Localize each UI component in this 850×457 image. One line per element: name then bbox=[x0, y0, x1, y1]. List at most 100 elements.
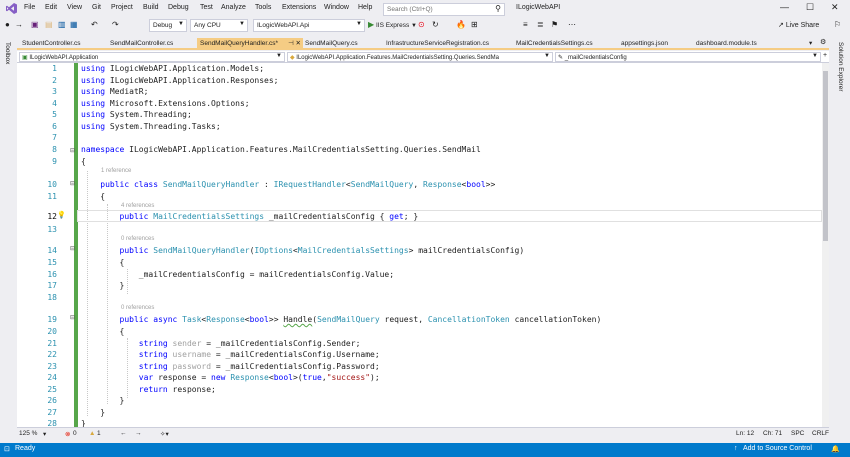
menu-tools[interactable]: Tools bbox=[255, 4, 271, 11]
forward-icon[interactable]: → bbox=[15, 20, 23, 29]
uncomment-icon[interactable]: ≣ bbox=[537, 20, 544, 29]
startup-project-dropdown[interactable]: ILogicWebAPI.Api ▼ bbox=[253, 19, 365, 32]
code-text: string username = _mailCredentialsConfig… bbox=[138, 350, 380, 359]
live-share-button[interactable]: ↗ Live Share bbox=[778, 21, 819, 29]
navigation-bar: ▣ ILogicWebAPI.Application ▼ ◆ ILogicWebA… bbox=[17, 51, 829, 63]
source-control-icon[interactable]: ↑ bbox=[734, 445, 738, 452]
code-text: _mailCredentialsConfig = mailCredentials… bbox=[81, 270, 395, 279]
line-number: 12 bbox=[47, 212, 57, 221]
tab-sendmail-controller[interactable]: SendMailController.cs bbox=[107, 38, 199, 49]
toolbox-panel[interactable]: Toolbox bbox=[0, 38, 17, 427]
menu-edit[interactable]: Edit bbox=[45, 4, 57, 11]
type-dropdown[interactable]: ◆ ILogicWebAPI.Application.Features.Mail… bbox=[287, 52, 553, 62]
tab-dashboard-module[interactable]: dashboard.module.ts bbox=[693, 38, 803, 49]
menu-debug[interactable]: Debug bbox=[168, 4, 189, 11]
code-lens-ctor[interactable]: 0 references bbox=[121, 236, 154, 242]
solution-explorer-panel[interactable]: Solution Explorer bbox=[833, 38, 850, 427]
line-ending[interactable]: CRLF bbox=[812, 430, 829, 437]
close-button[interactable]: ✕ bbox=[831, 2, 839, 13]
hot-reload-icon[interactable]: 🔥 bbox=[456, 20, 466, 29]
error-count[interactable]: 0 bbox=[73, 430, 77, 437]
zoom-dropdown-icon[interactable]: ▾ bbox=[43, 430, 46, 438]
tab-label: InfrastructureServiceRegistration.cs bbox=[386, 40, 489, 47]
settings-gear-icon[interactable]: ⚙ bbox=[820, 38, 826, 46]
feedback-icon[interactable]: ⚐ bbox=[834, 20, 841, 29]
tab-infrastructure-service-registration[interactable]: InfrastructureServiceRegistration.cs bbox=[383, 38, 513, 49]
warning-icon[interactable]: ▲ bbox=[89, 430, 95, 437]
tab-student-controller[interactable]: StudentController.cs bbox=[19, 38, 109, 49]
code-lens-property[interactable]: 4 references bbox=[121, 203, 154, 209]
tab-mail-credentials-settings[interactable]: MailCredentialsSettings.cs bbox=[513, 38, 618, 49]
split-editor-icon[interactable]: + bbox=[823, 52, 827, 59]
code-lens-class[interactable]: 1 reference bbox=[101, 168, 131, 174]
indentation-mode[interactable]: SPC bbox=[791, 430, 804, 437]
tab-sendmail-query-handler[interactable]: SendMailQueryHandler.cs* ⊣ ✕ bbox=[197, 38, 303, 49]
refresh-icon[interactable]: ↻ bbox=[432, 20, 439, 29]
menu-view[interactable]: View bbox=[67, 4, 82, 11]
project-dropdown[interactable]: ▣ ILogicWebAPI.Application ▼ bbox=[19, 52, 285, 62]
error-icon[interactable]: ⊗ bbox=[65, 430, 70, 438]
menu-test[interactable]: Test bbox=[200, 4, 213, 11]
solution-explorer-label[interactable]: Solution Explorer bbox=[837, 42, 844, 92]
browser-icon[interactable]: ⊙ bbox=[418, 20, 425, 29]
bookmark-icon[interactable]: ⚑ bbox=[551, 20, 558, 29]
tab-appsettings[interactable]: appsettings.json bbox=[618, 38, 693, 49]
maximize-button[interactable]: ☐ bbox=[806, 2, 814, 13]
layout-icon[interactable]: ⊞ bbox=[471, 20, 478, 29]
tab-sendmail-query[interactable]: SendMailQuery.cs bbox=[302, 38, 382, 49]
play-icon: ▶ bbox=[368, 20, 375, 29]
save-all-icon[interactable]: ▦ bbox=[70, 20, 78, 29]
next-issue-icon[interactable]: → bbox=[135, 430, 142, 437]
line-number: 27 bbox=[47, 408, 57, 417]
menu-analyze[interactable]: Analyze bbox=[221, 4, 246, 11]
pin-icon[interactable]: ⊣ ✕ bbox=[288, 39, 301, 47]
code-line: 5 using System.Threading; bbox=[17, 109, 822, 121]
cursor-column[interactable]: Ch: 71 bbox=[763, 430, 782, 437]
redo-icon[interactable]: ↷ bbox=[112, 20, 119, 29]
back-icon[interactable]: ● bbox=[5, 20, 10, 29]
scrollbar-thumb[interactable] bbox=[823, 71, 828, 241]
configuration-dropdown[interactable]: Debug ▼ bbox=[149, 19, 187, 32]
toolbar-options-icon[interactable]: ⋯ bbox=[568, 20, 576, 29]
line-number: 20 bbox=[47, 327, 57, 336]
zoom-level[interactable]: 125 % bbox=[19, 430, 37, 437]
menu-build[interactable]: Build bbox=[143, 4, 159, 11]
add-to-source-control[interactable]: Add to Source Control bbox=[743, 445, 812, 452]
menu-project[interactable]: Project bbox=[111, 4, 133, 11]
menu-git[interactable]: Git bbox=[92, 4, 101, 11]
cleanup-icon[interactable]: ✧▾ bbox=[160, 430, 169, 438]
comment-icon[interactable]: ≡ bbox=[523, 20, 528, 29]
warning-count[interactable]: 1 bbox=[97, 430, 101, 437]
member-dropdown[interactable]: ✎ _mailCredentialsConfig ▼ bbox=[555, 52, 821, 62]
code-line: 20 { bbox=[17, 326, 822, 338]
minimize-button[interactable]: — bbox=[780, 2, 789, 12]
vertical-scrollbar[interactable] bbox=[822, 63, 829, 427]
new-project-icon[interactable]: ▣ bbox=[31, 20, 39, 29]
line-number: 26 bbox=[47, 396, 57, 405]
notifications-icon[interactable]: 🔔 bbox=[831, 445, 840, 453]
undo-icon[interactable]: ↶ bbox=[91, 20, 98, 29]
tab-list-dropdown-icon[interactable]: ▾ bbox=[809, 39, 812, 47]
cursor-line[interactable]: Ln: 12 bbox=[736, 430, 754, 437]
line-number: 16 bbox=[47, 270, 57, 279]
menu-window[interactable]: Window bbox=[324, 4, 349, 11]
line-number: 19 bbox=[47, 315, 57, 324]
search-input[interactable]: Search (Ctrl+Q) ⚲ bbox=[383, 3, 505, 16]
code-text: string sender = _mailCredentialsConfig.S… bbox=[138, 339, 361, 348]
code-editor[interactable]: ⊟ ⊟ ⊟ ⊟ 💡 1 reference 4 references 0 ref… bbox=[17, 63, 822, 427]
code-line: 25 return response; bbox=[17, 384, 822, 396]
run-button[interactable]: ▶ IIS Express ▼ bbox=[368, 20, 417, 33]
status-icon: ⊡ bbox=[4, 446, 10, 453]
previous-issue-icon[interactable]: ← bbox=[120, 430, 127, 437]
code-line: 26 } bbox=[17, 395, 822, 407]
line-number: 11 bbox=[47, 192, 57, 201]
save-icon[interactable]: ▥ bbox=[58, 20, 66, 29]
code-lens-handle[interactable]: 0 references bbox=[121, 305, 154, 311]
toolbox-label[interactable]: Toolbox bbox=[4, 42, 11, 64]
menu-file[interactable]: File bbox=[24, 4, 35, 11]
menu-help[interactable]: Help bbox=[358, 4, 372, 11]
code-line: 3 using MediatR; bbox=[17, 86, 822, 98]
open-file-icon[interactable]: ▤ bbox=[45, 20, 53, 29]
menu-extensions[interactable]: Extensions bbox=[282, 4, 316, 11]
platform-dropdown[interactable]: Any CPU ▼ bbox=[190, 19, 248, 32]
